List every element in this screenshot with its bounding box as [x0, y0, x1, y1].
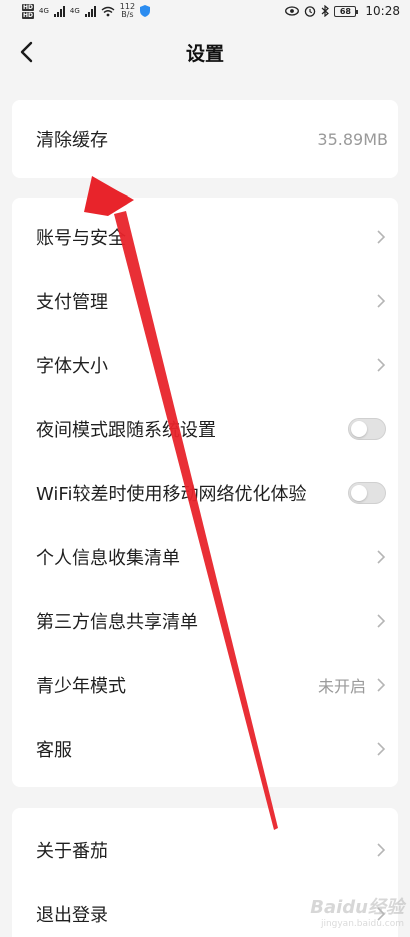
settings-item-night-mode: 夜间模式跟随系统设置 [12, 397, 398, 461]
status-left: HD HD 4G 4G 112 B/s [22, 3, 151, 19]
settings-item-label: 青少年模式 [36, 676, 126, 697]
status-time: 10:28 [365, 4, 400, 18]
teen-mode-right: 未开启 [318, 673, 386, 697]
network-label: 4G [39, 7, 49, 15]
cache-card: 清除缓存 35.89MB [12, 100, 398, 178]
toggle-knob [351, 421, 367, 437]
settings-card: 账号与安全 支付管理 字体大小 夜间模式跟随系统设置 WiFi较差时使用移动网络… [12, 198, 398, 787]
settings-item-label: 客服 [36, 740, 72, 761]
settings-item-label: 第三方信息共享清单 [36, 612, 198, 633]
settings-item-label: 关于番茄 [36, 841, 108, 862]
chevron-right-icon [377, 843, 386, 857]
alarm-icon [305, 6, 316, 17]
chevron-right-icon [377, 358, 386, 372]
network-label: 4G [69, 7, 80, 15]
hd-badge: HD [22, 3, 35, 11]
settings-item-customer-service[interactable]: 客服 [12, 717, 398, 781]
settings-item-payment[interactable]: 支付管理 [12, 269, 398, 333]
settings-item-label: 支付管理 [36, 292, 108, 313]
settings-item-font-size[interactable]: 字体大小 [12, 333, 398, 397]
bluetooth-icon [322, 5, 330, 17]
hd-badges: HD HD [22, 3, 35, 19]
signal-icon [53, 5, 65, 17]
chevron-right-icon [377, 678, 386, 692]
chevron-right-icon [377, 294, 386, 308]
cache-size-value: 35.89MB [317, 129, 388, 149]
nav-bar: 设置 [0, 22, 410, 82]
battery-icon: 68 [334, 5, 359, 17]
settings-item-label: 字体大小 [36, 356, 108, 377]
clear-cache-row[interactable]: 清除缓存 35.89MB [12, 100, 398, 178]
night-mode-toggle[interactable] [348, 418, 386, 440]
settings-item-label: 账号与安全 [36, 228, 126, 249]
toggle-knob [351, 485, 367, 501]
chevron-right-icon [377, 550, 386, 564]
shield-icon [140, 5, 151, 17]
back-button[interactable] [14, 38, 38, 66]
settings-item-label: 个人信息收集清单 [36, 548, 180, 569]
eye-icon [285, 6, 300, 16]
teen-mode-status: 未开启 [317, 677, 366, 696]
chevron-right-icon [377, 230, 386, 244]
settings-item-personal-info-list[interactable]: 个人信息收集清单 [12, 525, 398, 589]
settings-item-account-security[interactable]: 账号与安全 [12, 205, 398, 269]
speed-unit: B/s [121, 10, 134, 19]
watermark-logo: Baidu经验 [310, 897, 404, 918]
network-speed: 112 B/s [120, 3, 135, 19]
wifi-optimize-toggle[interactable] [348, 482, 386, 504]
settings-item-wifi-optimize: WiFi较差时使用移动网络优化体验 [12, 461, 398, 525]
settings-item-teen-mode[interactable]: 青少年模式 未开启 [12, 653, 398, 717]
settings-item-label: 夜间模式跟随系统设置 [36, 420, 216, 441]
wifi-icon [101, 6, 115, 16]
settings-item-about[interactable]: 关于番茄 [12, 818, 398, 882]
settings-item-label: WiFi较差时使用移动网络优化体验 [36, 484, 307, 505]
hd-badge: HD [22, 11, 35, 19]
chevron-right-icon [377, 614, 386, 628]
clear-cache-label: 清除缓存 [36, 130, 108, 151]
status-bar: HD HD 4G 4G 112 B/s 68 10:28 [0, 0, 410, 22]
page-title: 设置 [185, 42, 224, 65]
back-arrow-icon [20, 41, 33, 63]
watermark-url: jingyan.baidu.com [320, 919, 404, 929]
settings-item-third-party-sharing[interactable]: 第三方信息共享清单 [12, 589, 398, 653]
chevron-right-icon [377, 742, 386, 756]
status-right: 68 10:28 [285, 4, 400, 18]
settings-item-label: 退出登录 [36, 905, 108, 926]
signal-icon [84, 5, 96, 17]
baidu-watermark: Baidu经验 jingyan.baidu.com [274, 893, 404, 929]
